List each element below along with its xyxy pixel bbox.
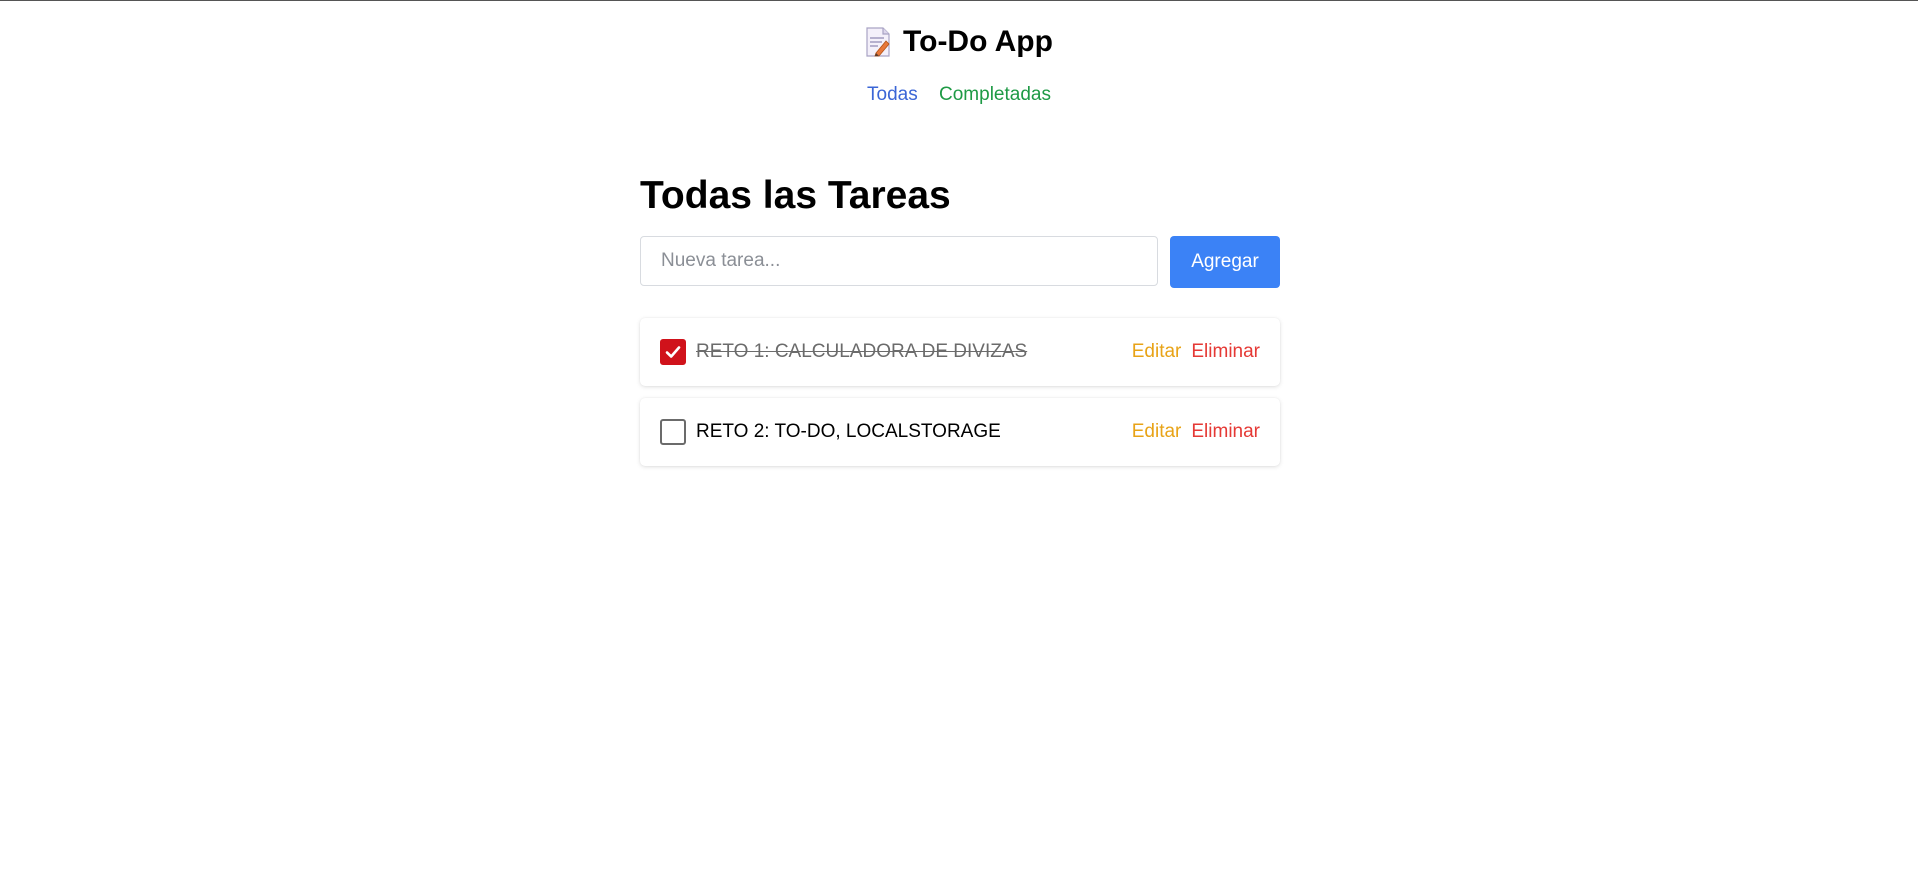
app-header: To-Do App <box>0 22 1918 62</box>
task-actions: Editar Eliminar <box>1132 421 1260 443</box>
app-title: To-Do App <box>865 22 1053 62</box>
nav-link-all[interactable]: Todas <box>867 84 918 105</box>
app-title-text: To-Do App <box>903 25 1053 58</box>
delete-task-button[interactable]: Eliminar <box>1191 341 1260 363</box>
checkmark-icon <box>665 346 681 358</box>
task-text: RETO 2: TO-DO, LOCALSTORAGE <box>696 421 1001 442</box>
task-text: RETO 1: CALCULADORA DE DIVIZAS <box>696 341 1028 362</box>
main-content: Todas las Tareas Agregar RETO 1: CALCULA… <box>640 170 1280 466</box>
task-item: RETO 1: CALCULADORA DE DIVIZAS Editar El… <box>640 318 1280 386</box>
page-title: Todas las Tareas <box>640 174 951 217</box>
memo-icon <box>865 27 891 57</box>
task-actions: Editar Eliminar <box>1132 341 1260 363</box>
edit-task-button[interactable]: Editar <box>1132 341 1182 363</box>
add-task-button[interactable]: Agregar <box>1170 236 1280 288</box>
nav-link-completed[interactable]: Completadas <box>939 84 1051 105</box>
task-checkbox[interactable] <box>660 339 686 365</box>
task-list: RETO 1: CALCULADORA DE DIVIZAS Editar El… <box>640 318 1280 478</box>
delete-task-button[interactable]: Eliminar <box>1191 421 1260 443</box>
edit-task-button[interactable]: Editar <box>1132 421 1182 443</box>
main-nav: Todas Completadas <box>0 84 1918 106</box>
task-item: RETO 2: TO-DO, LOCALSTORAGE Editar Elimi… <box>640 398 1280 466</box>
new-task-input[interactable] <box>640 236 1158 286</box>
add-task-form: Agregar <box>640 236 1280 288</box>
window-top-border <box>0 0 1918 1</box>
task-checkbox[interactable] <box>660 419 686 445</box>
